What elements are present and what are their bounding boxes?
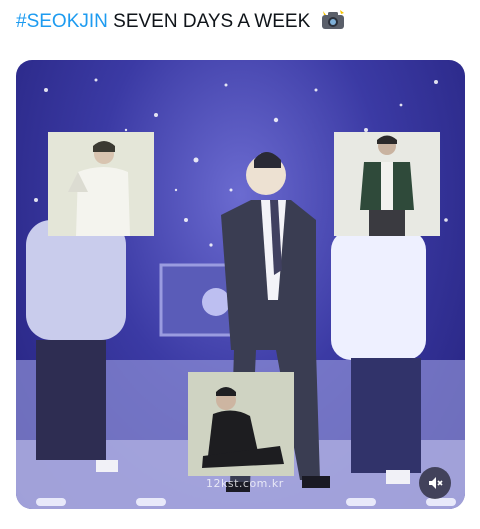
video-watermark: 12kst.com.kr [206,477,284,490]
muted-speaker-icon [429,477,443,489]
tweet-media[interactable]: 12kst.com.kr [16,60,465,509]
hashtag-link[interactable]: #SEOKJIN [16,11,108,32]
camera-flash-icon [321,10,345,38]
post-caption: #SEOKJIN SEVEN DAYS A WEEK [16,9,464,38]
post-caption-text: SEVEN DAYS A WEEK [107,11,311,32]
overlay-photo-black-outfit [188,372,294,476]
overlay-photo-green-jacket [334,132,440,236]
mute-toggle-button[interactable] [419,467,451,499]
overlay-photo-white-outfit [48,132,154,236]
